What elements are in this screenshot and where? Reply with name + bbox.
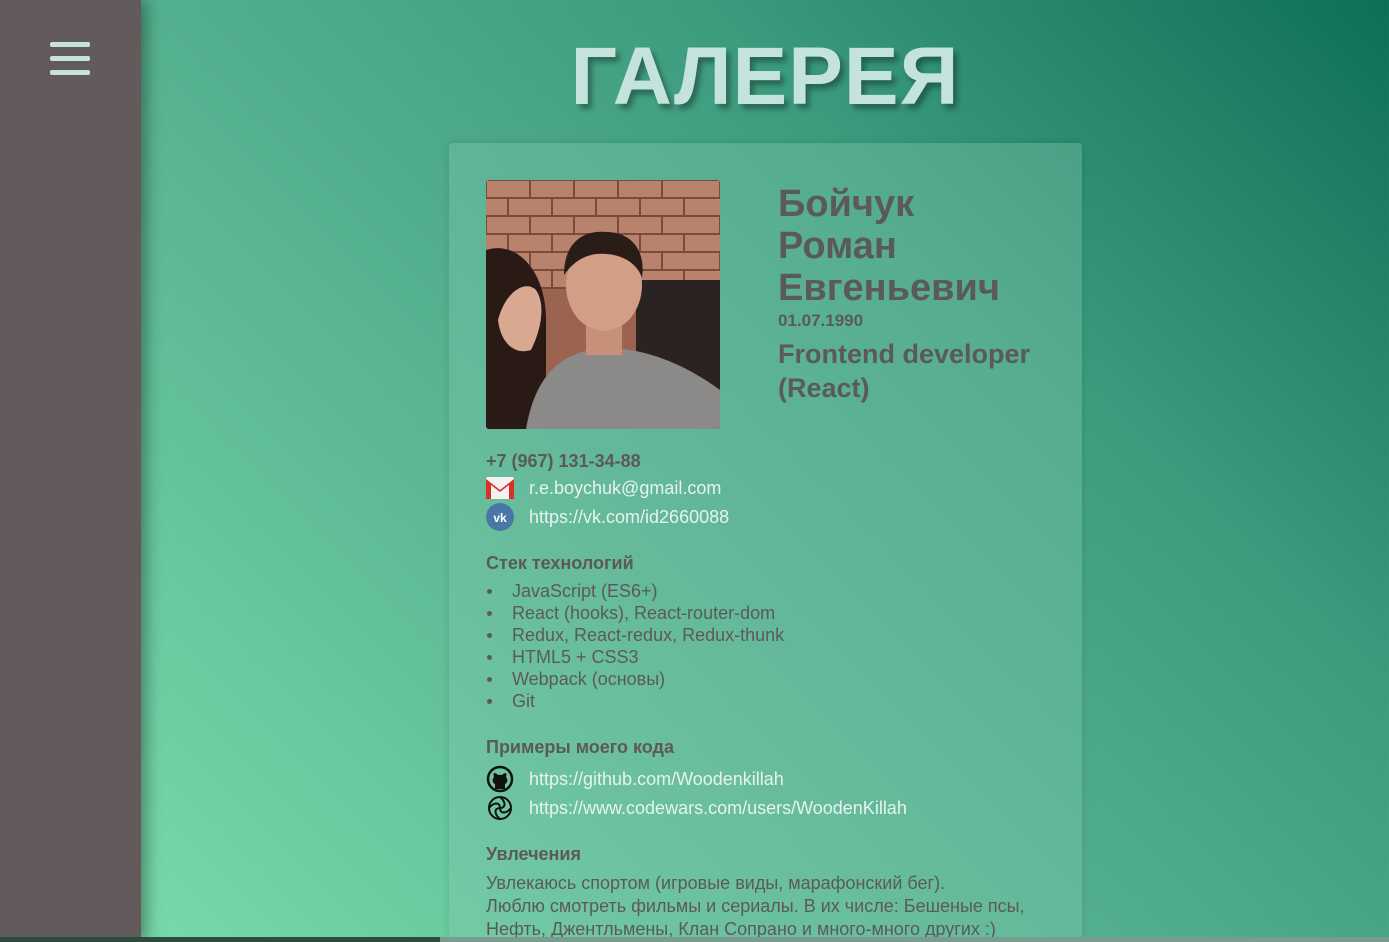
codewars-row: https://www.codewars.com/users/WoodenKil… — [486, 794, 907, 822]
hamburger-menu-icon[interactable] — [50, 42, 90, 75]
list-item: HTML5 + CSS3 — [486, 646, 784, 668]
hobbies-line: Увлекаюсь спортом (игровые виды, марафон… — [486, 873, 946, 893]
tech-stack-list: JavaScript (ES6+) React (hooks), React-r… — [486, 580, 784, 712]
list-item: React (hooks), React-router-dom — [486, 602, 784, 624]
patronymic: Евгеньевич — [778, 267, 1000, 309]
horizontal-scrollbar[interactable] — [0, 937, 1389, 942]
sidebar — [0, 0, 141, 942]
full-name: Бойчук Роман Евгеньевич — [778, 183, 1078, 309]
phone-number: +7 (967) 131-34-88 — [486, 451, 641, 471]
github-link[interactable]: https://github.com/Woodenkillah — [529, 769, 784, 790]
hobbies-text: Увлекаюсь спортом (игровые виды, марафон… — [486, 872, 1046, 941]
hobbies-title: Увлечения — [486, 844, 582, 864]
profile-photo — [486, 180, 720, 429]
scrollbar-thumb[interactable] — [440, 937, 1389, 942]
last-name: Бойчук — [778, 183, 915, 225]
job-title: Frontend developer (React) — [778, 339, 1031, 403]
github-row: https://github.com/Woodenkillah — [486, 765, 784, 793]
birth-date: 01.07.1990 — [778, 311, 864, 330]
vk-link[interactable]: https://vk.com/id2660088 — [529, 507, 729, 528]
stack-title: Стек технологий — [486, 553, 634, 573]
vk-row: vk https://vk.com/id2660088 — [486, 503, 729, 531]
page-title: ГАЛЕРЕЯ — [570, 31, 960, 122]
svg-text:vk: vk — [493, 511, 507, 525]
list-item: JavaScript (ES6+) — [486, 580, 784, 602]
hobbies-line: Люблю смотреть фильмы и сериалы. В их чи… — [486, 896, 1025, 916]
first-name: Роман — [778, 225, 897, 267]
codewars-icon — [486, 794, 514, 822]
list-item: Git — [486, 690, 784, 712]
vk-icon: vk — [486, 503, 514, 531]
list-item: Redux, React-redux, Redux-thunk — [486, 624, 784, 646]
gmail-icon — [486, 474, 514, 502]
profile-card: Бойчук Роман Евгеньевич 01.07.1990 Front… — [449, 143, 1082, 942]
list-item: Webpack (основы) — [486, 668, 784, 690]
code-examples-title: Примеры моего кода — [486, 737, 674, 757]
codewars-link[interactable]: https://www.codewars.com/users/WoodenKil… — [529, 798, 907, 819]
github-icon — [486, 765, 514, 793]
email-link[interactable]: r.e.boychuk@gmail.com — [529, 478, 721, 499]
email-row: r.e.boychuk@gmail.com — [486, 474, 721, 502]
